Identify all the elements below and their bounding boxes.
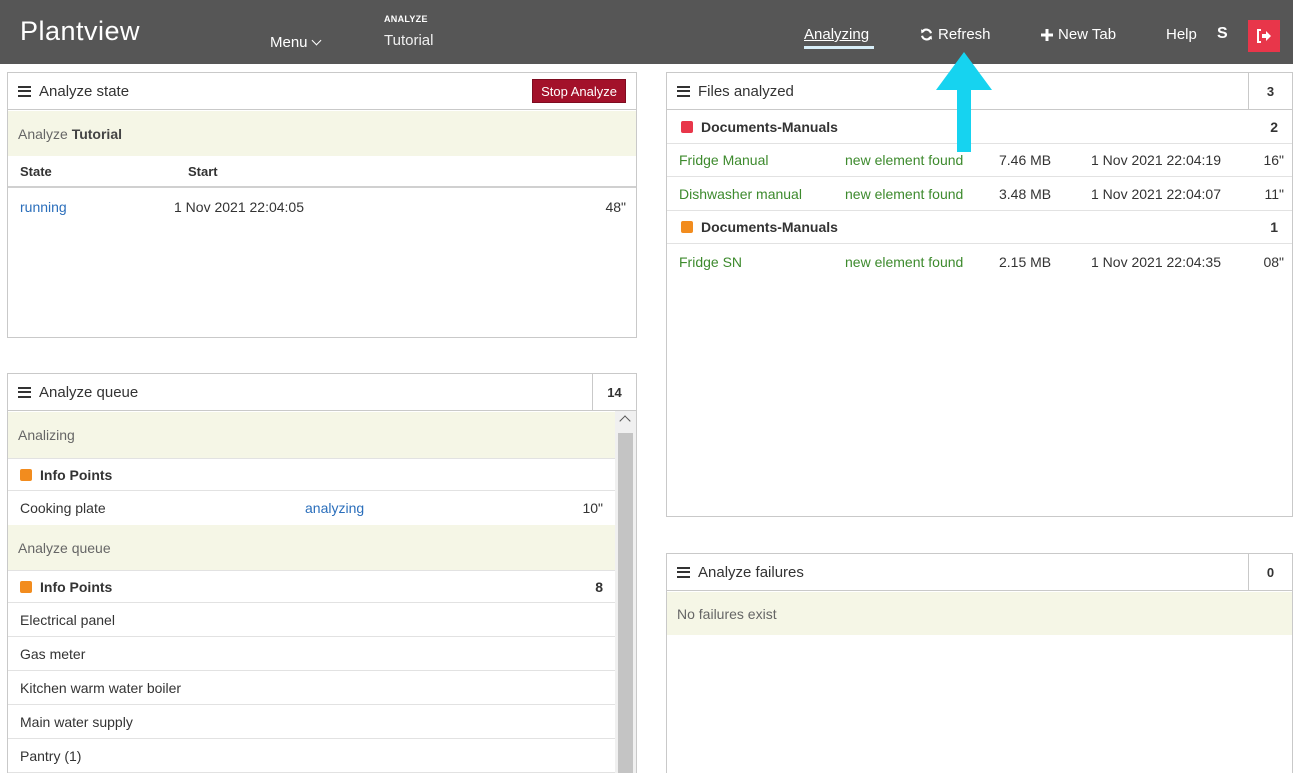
table-header: State Start: [8, 156, 636, 188]
active-nav-indicator: [804, 46, 874, 49]
file-duration: 16": [1263, 152, 1284, 168]
group-header: Documents-Manuals 1: [667, 211, 1292, 244]
list-item[interactable]: Main water supply: [8, 705, 615, 739]
analyze-state-panel: Analyze state Stop Analyze Analyze Tutor…: [7, 72, 637, 338]
file-name[interactable]: Fridge SN: [679, 254, 742, 270]
group-header: Info Points 8: [8, 570, 615, 603]
new-tab-label: New Tab: [1058, 26, 1117, 43]
file-size: 7.46 MB: [999, 152, 1052, 168]
menu-label: Menu: [270, 34, 308, 51]
refresh-label: Refresh: [938, 26, 991, 43]
queue-scrollbar[interactable]: [615, 411, 636, 773]
list-item[interactable]: Electrical panel: [8, 603, 615, 637]
panel-title: Analyze queue: [39, 383, 139, 401]
file-status: new element found: [845, 152, 964, 168]
file-row[interactable]: Dishwasher manual new element found 3.48…: [667, 177, 1292, 211]
list-item[interactable]: Gas meter: [8, 637, 615, 671]
file-date: 1 Nov 2021 22:04:07: [1091, 185, 1221, 202]
group-count: 1: [1270, 219, 1278, 235]
help-link[interactable]: Help: [1166, 26, 1197, 43]
new-tab-button[interactable]: New Tab: [1041, 26, 1116, 43]
file-row[interactable]: Fridge SN new element found 2.15 MB 1 No…: [667, 244, 1292, 280]
files-count: 3: [1248, 73, 1292, 109]
refresh-icon: [920, 28, 933, 41]
file-size: 2.15 MB: [999, 254, 1052, 270]
column-state: State: [20, 163, 52, 179]
group-name: Info Points: [40, 466, 113, 483]
scroll-thumb[interactable]: [618, 433, 633, 773]
group-name: Documents-Manuals: [701, 119, 838, 135]
column-start: Start: [188, 163, 218, 179]
group-header: Info Points: [8, 458, 615, 491]
analyze-banner: Analyze Tutorial: [8, 111, 636, 156]
item-status[interactable]: analyzing: [305, 500, 364, 516]
group-count: 2: [1270, 119, 1278, 135]
orange-square-icon: [20, 468, 32, 481]
highlight-arrow-icon: [936, 52, 992, 152]
orange-square-icon: [681, 221, 693, 233]
section-label: ANALYZE: [384, 14, 428, 24]
user-avatar[interactable]: S: [1217, 25, 1228, 43]
queue-section-label: Analyze queue: [8, 525, 615, 570]
panel-title: Files analyzed: [698, 82, 794, 100]
failures-count: 0: [1248, 554, 1292, 590]
scroll-up-icon[interactable]: [619, 415, 631, 427]
file-date: 1 Nov 2021 22:04:19: [1091, 152, 1221, 168]
group-name: Documents-Manuals: [701, 219, 838, 235]
analyzing-section-label: Analizing: [8, 412, 615, 458]
file-date: 1 Nov 2021 22:04:35: [1091, 254, 1221, 270]
list-icon: [18, 85, 31, 97]
nav-analyzing-link[interactable]: Analyzing: [804, 26, 869, 43]
menu-dropdown[interactable]: Menu: [270, 34, 321, 51]
queue-list: Analizing Info Points Cooking plate anal…: [8, 412, 615, 773]
list-item[interactable]: Kitchen warm water boiler: [8, 671, 615, 705]
banner-prefix: Analyze: [18, 125, 68, 142]
group-name: Info Points: [40, 578, 113, 595]
list-item[interactable]: Cooking plate analyzing 10": [8, 491, 615, 525]
stop-analyze-button[interactable]: Stop Analyze: [532, 79, 626, 103]
file-name[interactable]: Dishwasher manual: [679, 186, 802, 202]
refresh-button[interactable]: Refresh: [920, 26, 991, 43]
item-name: Cooking plate: [20, 500, 106, 516]
panel-title: Analyze state: [39, 82, 130, 100]
banner-name: Tutorial: [71, 125, 122, 142]
list-icon: [18, 386, 31, 398]
analyze-queue-panel: Analyze queue 14 Analizing Info Points C…: [7, 373, 637, 773]
list-item[interactable]: Pantry (1): [8, 739, 615, 773]
panel-title: Analyze failures: [698, 563, 804, 581]
orange-square-icon: [20, 580, 32, 593]
state-value[interactable]: running: [20, 199, 67, 215]
panel-header: Analyze queue 14: [8, 374, 636, 411]
list-icon: [677, 85, 690, 97]
logout-button[interactable]: [1248, 20, 1280, 52]
empty-message: No failures exist: [667, 592, 1292, 635]
file-duration: 11": [1264, 185, 1284, 202]
queue-count: 14: [592, 374, 636, 410]
list-icon: [677, 566, 690, 578]
duration-value: 48": [605, 198, 626, 215]
group-count: 8: [595, 578, 603, 595]
file-status: new element found: [845, 254, 964, 270]
logout-icon: [1257, 29, 1271, 43]
analyze-failures-panel: Analyze failures 0 No failures exist: [666, 553, 1293, 773]
start-value: 1 Nov 2021 22:04:05: [174, 198, 304, 215]
panel-header: Analyze state Stop Analyze: [8, 73, 636, 110]
section-name: Tutorial: [384, 32, 434, 49]
file-size: 3.48 MB: [999, 185, 1052, 202]
file-name[interactable]: Fridge Manual: [679, 152, 769, 168]
plus-icon: [1041, 28, 1053, 41]
top-navigation-bar: Plantview Menu ANALYZE Tutorial Analyzin…: [0, 0, 1293, 64]
red-square-icon: [681, 121, 693, 133]
file-duration: 08": [1263, 254, 1284, 270]
table-row: running 1 Nov 2021 22:04:05 48": [8, 190, 636, 223]
item-duration: 10": [582, 500, 603, 516]
panel-header: Analyze failures 0: [667, 554, 1292, 591]
file-status: new element found: [845, 185, 964, 202]
app-brand[interactable]: Plantview: [20, 16, 140, 47]
chevron-down-icon: [311, 35, 321, 45]
